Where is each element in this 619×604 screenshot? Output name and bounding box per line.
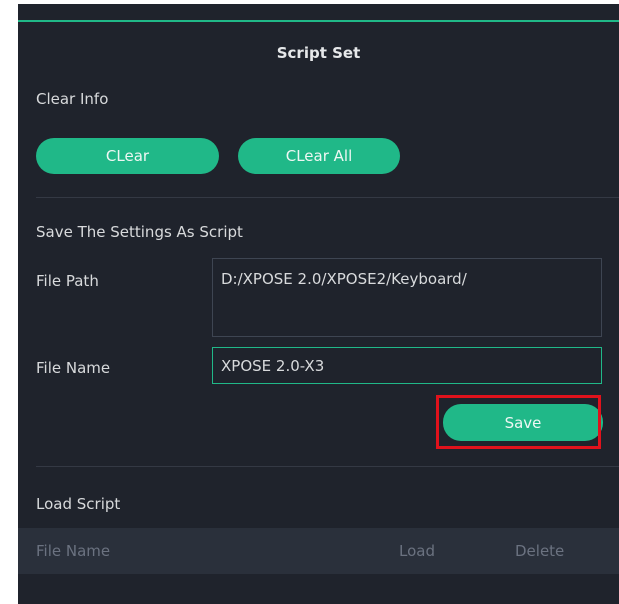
script-set-panel: Script Set Clear Info CLear CLear All Sa… [18, 4, 619, 604]
panel-title: Script Set [276, 44, 361, 62]
clear-button[interactable]: CLear [36, 138, 219, 174]
column-header-delete[interactable]: Delete [515, 542, 564, 560]
file-path-field[interactable]: D:/XPOSE 2.0/XPOSE2/Keyboard/ [212, 258, 602, 337]
divider-clear-info [36, 197, 619, 198]
file-name-label: File Name [36, 359, 111, 377]
column-header-file-name[interactable]: File Name [36, 542, 110, 560]
clear-all-button[interactable]: CLear All [238, 138, 400, 174]
column-header-load[interactable]: Load [399, 542, 435, 560]
divider-save-settings [36, 466, 619, 467]
load-script-list-header: File Name Load Delete [18, 528, 619, 574]
file-name-field[interactable] [212, 347, 602, 384]
load-script-label: Load Script [36, 495, 121, 513]
clear-info-label: Clear Info [36, 90, 109, 108]
accent-top-line [18, 20, 619, 22]
save-settings-label: Save The Settings As Script [36, 223, 243, 241]
file-path-label: File Path [36, 272, 99, 290]
save-button[interactable]: Save [443, 404, 603, 441]
